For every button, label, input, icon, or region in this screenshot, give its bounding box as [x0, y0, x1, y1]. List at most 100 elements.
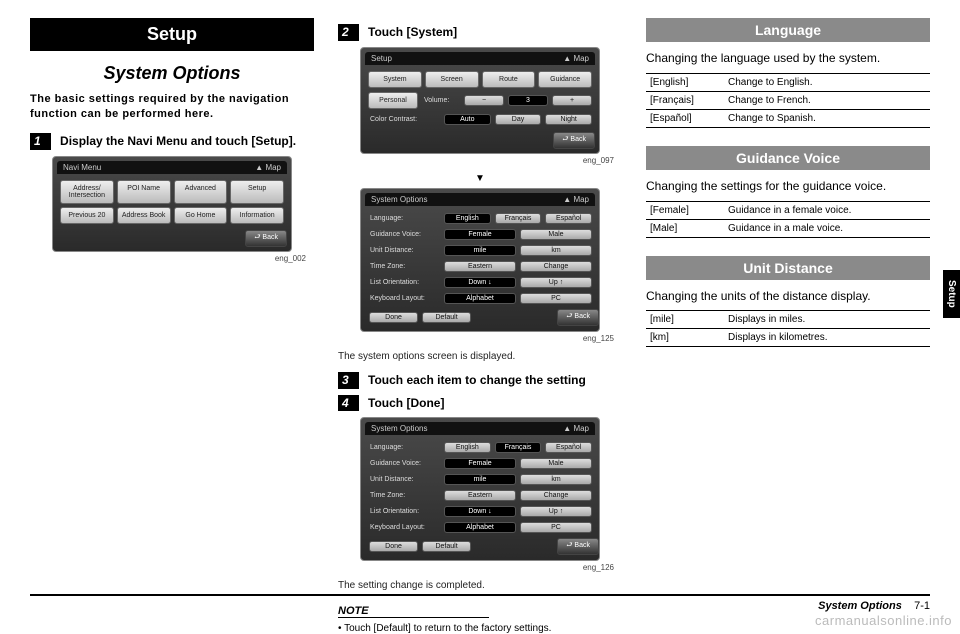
table-row: [mile]Displays in miles.	[646, 311, 930, 329]
table-row: [Female]Guidance in a female voice.	[646, 201, 930, 219]
option-label: Time Zone:	[368, 492, 440, 499]
default-button[interactable]: Default	[422, 541, 471, 552]
down-arrow-icon: ▼	[338, 173, 622, 184]
intro-text: The basic settings required by the navig…	[30, 92, 314, 123]
option-button[interactable]: Down ↓	[444, 277, 516, 288]
back-button[interactable]: ⮐ Back	[557, 309, 599, 326]
footer-page-number: 7-1	[914, 600, 930, 612]
done-button[interactable]: Done	[369, 312, 418, 323]
side-tab-setup: Setup	[943, 270, 960, 318]
navi-btn-advanced[interactable]: Advanced	[174, 180, 228, 204]
volume-label: Volume:	[422, 97, 460, 104]
option-button[interactable]: Male	[520, 458, 592, 469]
option-button[interactable]: Español	[545, 213, 592, 224]
guidance-table: [Female]Guidance in a female voice.[Male…	[646, 201, 930, 238]
table-row: [Español]Change to Spanish.	[646, 109, 930, 127]
step-3-number: 3	[338, 372, 359, 389]
option-button[interactable]: Français	[495, 442, 542, 453]
option-button[interactable]: Eastern	[444, 490, 516, 501]
option-label: Language:	[368, 215, 440, 222]
contrast-night[interactable]: Night	[545, 114, 592, 125]
option-desc: Guidance in a male voice.	[724, 219, 930, 237]
option-button[interactable]: PC	[520, 293, 592, 304]
option-button[interactable]: Female	[444, 229, 516, 240]
contrast-day[interactable]: Day	[495, 114, 542, 125]
option-button[interactable]: PC	[520, 522, 592, 533]
map-button[interactable]: ▲ Map	[563, 54, 589, 63]
option-button[interactable]: English	[444, 442, 491, 453]
option-button[interactable]: Female	[444, 458, 516, 469]
option-button[interactable]: mile	[444, 245, 516, 256]
language-heading: Language	[646, 18, 930, 42]
option-label: Language:	[368, 444, 440, 451]
option-label: List Orientation:	[368, 279, 440, 286]
screen-title: Setup	[371, 54, 392, 63]
navi-btn-previous[interactable]: Previous 20	[60, 207, 114, 224]
map-button[interactable]: ▲ Map	[255, 163, 281, 172]
setup-tab-route[interactable]: Route	[482, 71, 536, 88]
option-desc: Change to English.	[724, 73, 930, 91]
contrast-label: Color Contrast:	[368, 116, 440, 123]
navi-btn-addressbook[interactable]: Address Book	[117, 207, 171, 224]
setup-tab-guidance[interactable]: Guidance	[538, 71, 592, 88]
unit-desc: Changing the units of the distance displ…	[646, 288, 930, 305]
step-4-text: Touch [Done]	[368, 396, 444, 410]
option-key: [mile]	[646, 311, 724, 329]
figure-ref-2: eng_097	[338, 156, 614, 165]
back-button[interactable]: ⮐ Back	[245, 230, 287, 247]
setup-tab-personal[interactable]: Personal	[368, 92, 418, 109]
option-button[interactable]: Français	[495, 213, 542, 224]
navi-btn-gohome[interactable]: Go Home	[174, 207, 228, 224]
note-body: • Touch [Default] to return to the facto…	[338, 623, 622, 634]
screenshot-navi-menu: Navi Menu ▲ Map Address/ Intersection PO…	[52, 156, 292, 252]
default-button[interactable]: Default	[422, 312, 471, 323]
unit-heading: Unit Distance	[646, 256, 930, 280]
screen-title: Navi Menu	[63, 163, 101, 172]
back-button[interactable]: ⮐ Back	[553, 132, 595, 149]
step-4: 4 Touch [Done]	[338, 395, 622, 412]
option-button[interactable]: km	[520, 245, 592, 256]
option-button[interactable]: Up ↑	[520, 277, 592, 288]
volume-plus[interactable]: +	[552, 95, 592, 106]
back-button[interactable]: ⮐ Back	[557, 538, 599, 555]
option-button[interactable]: Change	[520, 490, 592, 501]
option-button[interactable]: Change	[520, 261, 592, 272]
setup-tab-system[interactable]: System	[368, 71, 422, 88]
page: Setup System Options The basic settings …	[0, 0, 960, 634]
step-4-number: 4	[338, 395, 359, 412]
volume-value: 3	[508, 95, 548, 106]
step-1-text: Display the Navi Menu and touch [Setup].	[60, 134, 296, 148]
option-button[interactable]: Eastern	[444, 261, 516, 272]
map-button[interactable]: ▲ Map	[563, 424, 589, 433]
option-button[interactable]: English	[444, 213, 491, 224]
step-3: 3 Touch each item to change the setting	[338, 372, 622, 389]
option-button[interactable]: mile	[444, 474, 516, 485]
volume-minus[interactable]: −	[464, 95, 504, 106]
option-button[interactable]: Up ↑	[520, 506, 592, 517]
navi-btn-address[interactable]: Address/ Intersection	[60, 180, 114, 204]
option-button[interactable]: Español	[545, 442, 592, 453]
language-table: [English]Change to English.[Français]Cha…	[646, 73, 930, 128]
caption-3: The system options screen is displayed.	[338, 351, 622, 362]
option-button[interactable]: Male	[520, 229, 592, 240]
caption-4: The setting change is completed.	[338, 580, 622, 591]
screenshot-system-options-2: System Options ▲ Map Language:EnglishFra…	[360, 417, 600, 561]
option-button[interactable]: km	[520, 474, 592, 485]
navi-btn-information[interactable]: Information	[230, 207, 284, 224]
table-row: [Français]Change to French.	[646, 91, 930, 109]
guidance-heading: Guidance Voice	[646, 146, 930, 170]
setup-tab-screen[interactable]: Screen	[425, 71, 479, 88]
option-label: List Orientation:	[368, 508, 440, 515]
option-button[interactable]: Down ↓	[444, 506, 516, 517]
step-2-text: Touch [System]	[368, 25, 457, 39]
option-key: [Français]	[646, 91, 724, 109]
contrast-auto[interactable]: Auto	[444, 114, 491, 125]
step-1: 1 Display the Navi Menu and touch [Setup…	[30, 133, 314, 150]
navi-btn-setup[interactable]: Setup	[230, 180, 284, 204]
option-button[interactable]: Alphabet	[444, 522, 516, 533]
map-button[interactable]: ▲ Map	[563, 195, 589, 204]
navi-btn-poi[interactable]: POI Name	[117, 180, 171, 204]
table-row: [Male]Guidance in a male voice.	[646, 219, 930, 237]
option-button[interactable]: Alphabet	[444, 293, 516, 304]
done-button[interactable]: Done	[369, 541, 418, 552]
